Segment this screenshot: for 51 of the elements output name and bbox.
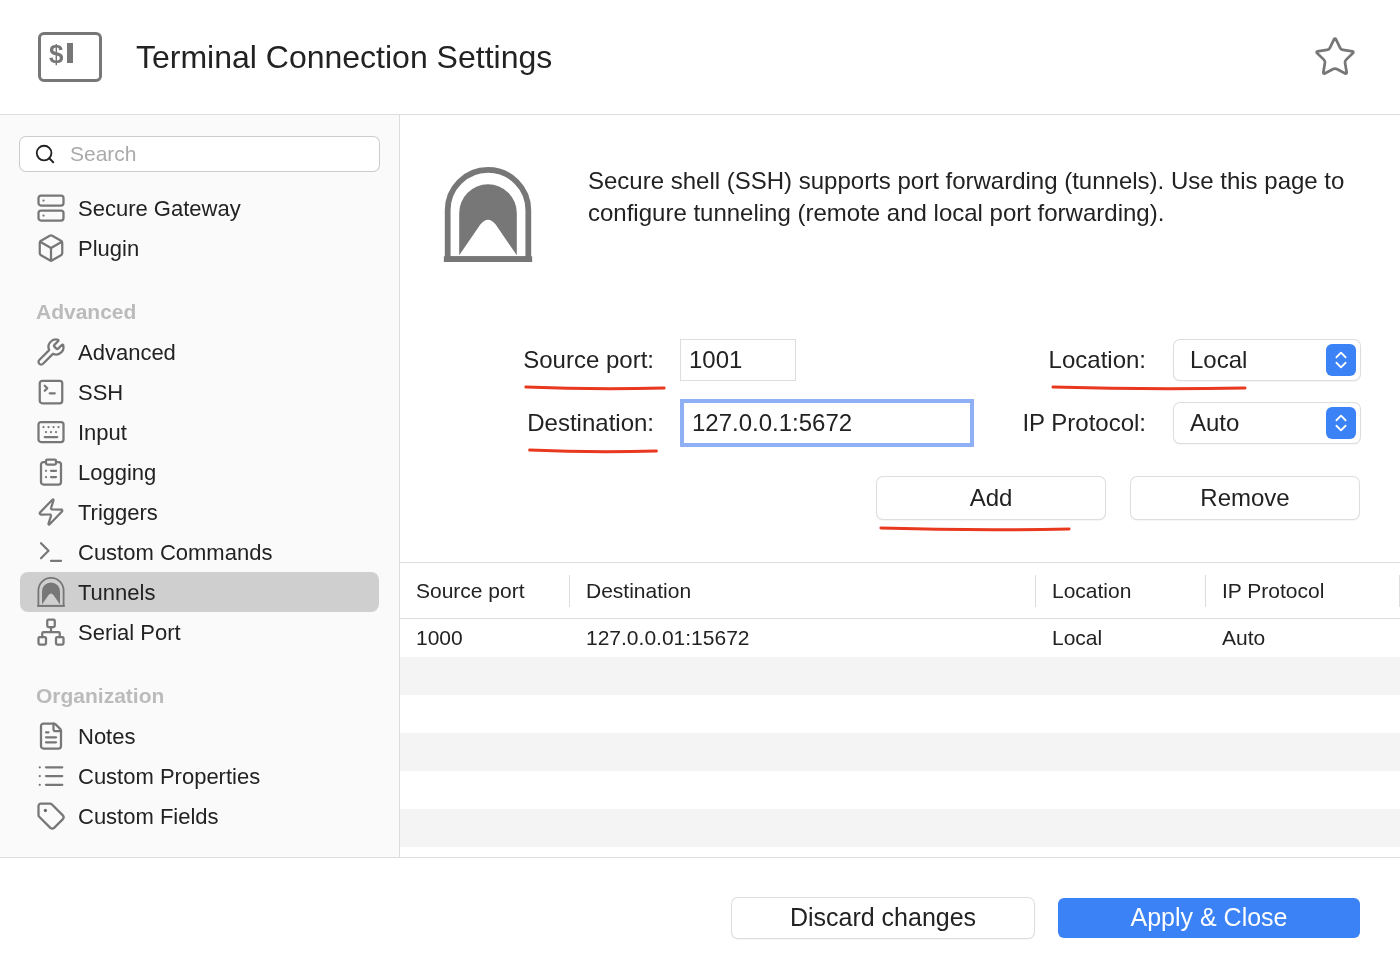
tunnel-icon <box>36 577 66 607</box>
table-cell-text: Local <box>1051 625 1104 652</box>
sidebar-item[interactable]: Notes <box>20 716 379 756</box>
table-cell-text: Auto <box>1221 625 1267 652</box>
sidebar-item[interactable]: SSH <box>20 372 379 412</box>
column-header[interactable]: IP Protocol <box>1206 574 1400 607</box>
network-icon <box>36 617 66 647</box>
column-header[interactable]: Destination <box>570 574 1036 607</box>
intro-text: Secure shell (SSH) supports port forwarding (tunnels). Use this page to configure tunneling (remote and local port forwarding). <box>588 166 1346 228</box>
sidebar-item[interactable]: Logging <box>20 452 379 492</box>
form-button[interactable]: Add <box>877 477 1105 519</box>
sidebar-item[interactable]: Custom Commands <box>20 532 379 572</box>
column-header[interactable]: Source port <box>400 574 570 607</box>
field-label: Destination: <box>527 409 654 436</box>
source-port-field[interactable]: 1001 <box>680 339 796 381</box>
section-heading: Advanced <box>35 299 138 325</box>
sidebar-item[interactable]: Plugin <box>20 228 379 268</box>
dropdown[interactable]: Local <box>1174 340 1360 380</box>
sidebar-item[interactable]: Serial Port <box>20 612 379 652</box>
wrench-icon <box>36 337 66 367</box>
chevron-icon <box>1326 407 1356 439</box>
sidebar-item[interactable]: Tunnels <box>20 572 379 612</box>
apply-button[interactable]: Apply & Close <box>1058 898 1360 938</box>
logo-text: $ <box>49 41 64 67</box>
section-heading: Organization <box>35 683 166 709</box>
field-label: IP Protocol: <box>1022 409 1146 436</box>
table-cell-text: 1000 <box>415 625 464 652</box>
dropdown[interactable]: Auto <box>1174 403 1360 443</box>
window-title: Terminal Connection Settings <box>136 38 553 77</box>
sidebar-item[interactable]: Input <box>20 412 379 452</box>
destination-field[interactable]: 127.0.0.1:5672 <box>680 399 974 447</box>
field-label: Location: <box>1048 346 1146 373</box>
search-icon <box>34 143 56 165</box>
table-cell-text: 127.0.0.01:15672 <box>585 625 751 652</box>
sidebar-item[interactable]: Secure Gateway <box>20 188 379 228</box>
cursor-icon <box>67 43 74 63</box>
lightning-icon <box>36 497 66 527</box>
sidebar-item[interactable]: Custom Fields <box>20 796 379 836</box>
sidebar-item[interactable]: Triggers <box>20 492 379 532</box>
terminal-icon <box>36 377 66 407</box>
server-icon <box>36 193 66 223</box>
sidebar-item[interactable]: Advanced <box>20 332 379 372</box>
sidebar-item[interactable]: Custom Properties <box>20 756 379 796</box>
search-field[interactable]: Search <box>20 137 379 171</box>
chevron-icon <box>1326 344 1356 376</box>
column-header[interactable]: Location <box>1036 574 1206 607</box>
box-icon <box>36 233 66 263</box>
form-button[interactable]: Remove <box>1131 477 1359 519</box>
field-label: Source port: <box>523 346 654 373</box>
tag-icon <box>36 801 66 831</box>
discard-button[interactable]: Discard changes <box>732 898 1034 938</box>
